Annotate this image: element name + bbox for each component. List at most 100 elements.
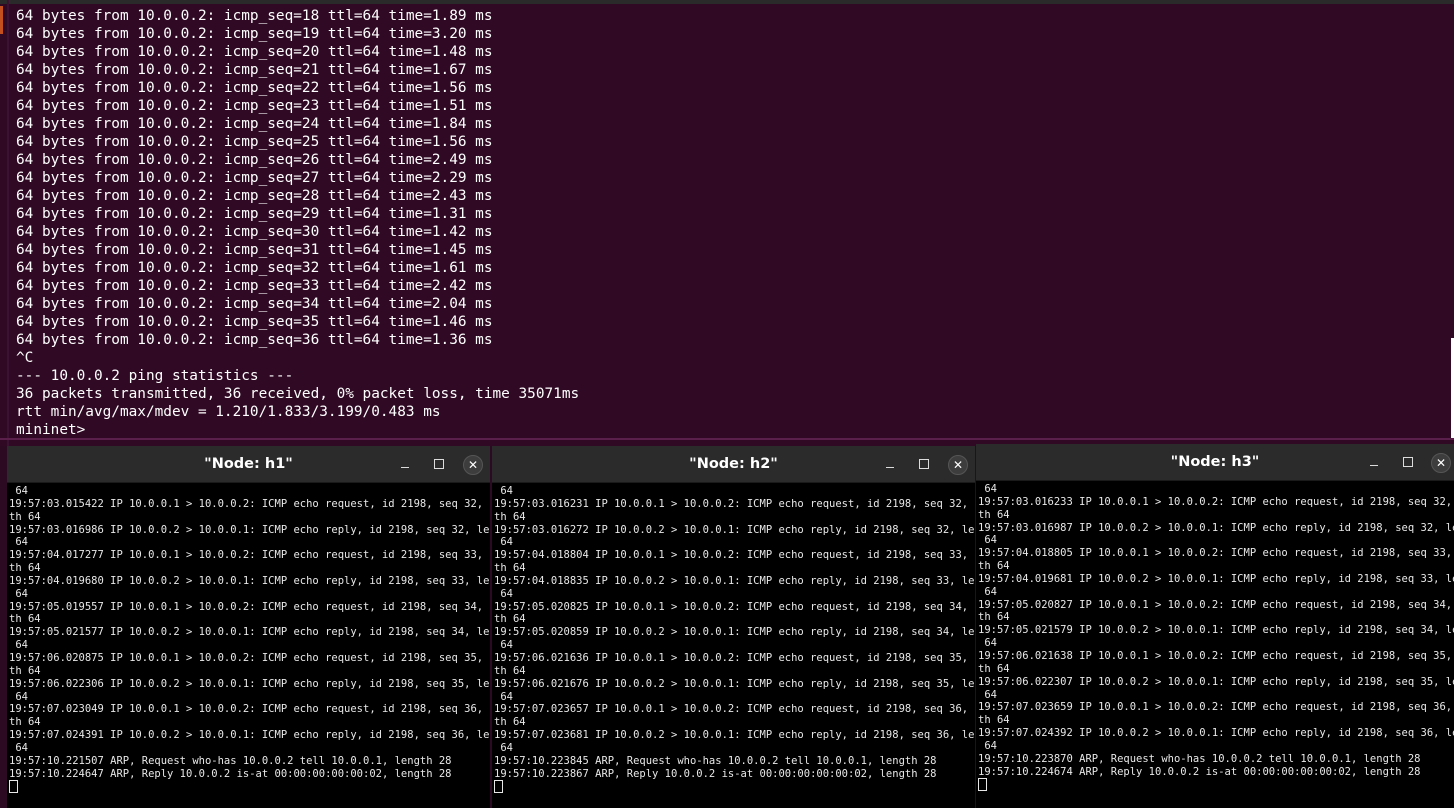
xterm-window-h2[interactable]: "Node: h2" ✕ 64 19:57:03.016231 IP 10.0.0… (492, 446, 975, 808)
terminal-top-edge (0, 0, 1454, 4)
tcpdump-line: 19:57:03.016231 IP 10.0.0.1 > 10.0.0.2: … (494, 497, 975, 510)
tcpdump-line: 19:57:05.021577 IP 10.0.0.2 > 10.0.0.1: … (9, 626, 490, 639)
tcpdump-line: th 64 (978, 508, 1010, 521)
tcpdump-line: 19:57:04.019680 IP 10.0.0.2 > 10.0.0.1: … (9, 574, 490, 587)
tcpdump-line: 19:57:05.021579 IP 10.0.0.2 > 10.0.0.1: … (978, 624, 1454, 637)
tcpdump-line: th 64 (494, 562, 526, 575)
tcpdump-line: 19:57:07.024391 IP 10.0.0.2 > 10.0.0.1: … (9, 729, 490, 742)
tcpdump-line: 19:57:10.223867 ARP, Reply 10.0.0.2 is-a… (494, 767, 937, 780)
terminal-line: 64 bytes from 10.0.0.2: icmp_seq=27 ttl=… (16, 170, 493, 186)
main-terminal[interactable]: 64 bytes from 10.0.0.2: icmp_seq=18 ttl=… (0, 0, 1454, 446)
window-titlebar[interactable]: "Node: h3" ✕ (976, 444, 1454, 481)
text-cursor (978, 778, 987, 792)
terminal-line: 64 bytes from 10.0.0.2: icmp_seq=21 ttl=… (16, 62, 493, 78)
xterm-window-h3[interactable]: "Node: h3" ✕ 64 19:57:03.016233 IP 10.0.0… (976, 444, 1454, 808)
maximize-icon[interactable] (434, 459, 444, 469)
tcpdump-line: 64 (978, 637, 997, 650)
maximize-icon[interactable] (1403, 457, 1413, 467)
close-icon[interactable]: ✕ (1431, 453, 1451, 473)
minimize-icon[interactable] (883, 457, 897, 471)
xterm-window-h1[interactable]: "Node: h1" ✕ 64 19:57:03.015422 IP 10.0.0… (7, 446, 490, 808)
window-title: "Node: h3" (1170, 454, 1260, 470)
tcpdump-line: th 64 (9, 613, 41, 626)
tcpdump-line: th 64 (494, 716, 526, 729)
tcpdump-line: 19:57:07.023657 IP 10.0.0.1 > 10.0.0.2: … (494, 703, 975, 716)
terminal-margin-line (7, 0, 9, 446)
terminal-line: 64 bytes from 10.0.0.2: icmp_seq=26 ttl=… (16, 152, 493, 168)
tcpdump-line: 19:57:06.022306 IP 10.0.0.2 > 10.0.0.1: … (9, 677, 490, 690)
tcpdump-line: 64 (494, 587, 513, 600)
tcpdump-line: 19:57:06.021676 IP 10.0.0.2 > 10.0.0.1: … (494, 677, 975, 690)
xterm-body[interactable]: 64 19:57:03.015422 IP 10.0.0.1 > 10.0.0.2… (7, 483, 490, 808)
terminal-line: 64 bytes from 10.0.0.2: icmp_seq=19 ttl=… (16, 26, 493, 42)
terminal-line: 64 bytes from 10.0.0.2: icmp_seq=28 ttl=… (16, 188, 493, 204)
terminal-line: 64 bytes from 10.0.0.2: icmp_seq=30 ttl=… (16, 224, 493, 240)
tcpdump-line: 64 (9, 741, 28, 754)
xterm-body[interactable]: 64 19:57:03.016231 IP 10.0.0.1 > 10.0.0.2… (492, 483, 975, 808)
text-cursor (494, 780, 503, 794)
terminal-output: 64 bytes from 10.0.0.2: icmp_seq=18 ttl=… (16, 7, 579, 439)
tcpdump-line: 64 (494, 690, 513, 703)
close-icon[interactable]: ✕ (463, 455, 483, 475)
xterm-body[interactable]: 64 19:57:03.016233 IP 10.0.0.1 > 10.0.0.2… (976, 481, 1454, 808)
tcpdump-line: 19:57:10.224674 ARP, Reply 10.0.0.2 is-a… (978, 765, 1421, 778)
terminal-line: --- 10.0.0.2 ping statistics --- (16, 368, 294, 384)
tcpdump-line: 19:57:03.016986 IP 10.0.0.2 > 10.0.0.1: … (9, 523, 490, 536)
tcpdump-line: th 64 (494, 613, 526, 626)
terminal-line: 64 bytes from 10.0.0.2: icmp_seq=24 ttl=… (16, 116, 493, 132)
terminal-line: 64 bytes from 10.0.0.2: icmp_seq=29 ttl=… (16, 206, 493, 222)
terminal-line: 64 bytes from 10.0.0.2: icmp_seq=32 ttl=… (16, 260, 493, 276)
scroll-marker (0, 6, 3, 34)
tcpdump-line: th 64 (9, 562, 41, 575)
tcpdump-line: 19:57:10.221507 ARP, Request who-has 10.… (9, 754, 452, 767)
tcpdump-line: 64 (494, 485, 513, 497)
terminal-line: 36 packets transmitted, 36 received, 0% … (16, 386, 580, 402)
tcpdump-line: 19:57:04.018835 IP 10.0.0.2 > 10.0.0.1: … (494, 574, 975, 587)
minimize-icon[interactable] (398, 457, 412, 471)
tcpdump-line: th 64 (494, 664, 526, 677)
cursor-line (494, 780, 975, 794)
terminal-line: 64 bytes from 10.0.0.2: icmp_seq=35 ttl=… (16, 314, 493, 330)
tcpdump-line: 19:57:05.020859 IP 10.0.0.2 > 10.0.0.1: … (494, 626, 975, 639)
tcpdump-line: 64 (978, 688, 997, 701)
close-icon[interactable]: ✕ (948, 455, 968, 475)
tcpdump-line: 64 (9, 639, 28, 652)
tcpdump-line: th 64 (9, 664, 41, 677)
tcpdump-line: th 64 (978, 611, 1010, 624)
cursor-line (9, 780, 490, 794)
tcpdump-line: 19:57:07.023681 IP 10.0.0.2 > 10.0.0.1: … (494, 729, 975, 742)
tcpdump-line: 19:57:03.016987 IP 10.0.0.2 > 10.0.0.1: … (978, 521, 1454, 534)
terminal-line: 64 bytes from 10.0.0.2: icmp_seq=18 ttl=… (16, 8, 493, 24)
tcpdump-line: th 64 (978, 662, 1010, 675)
terminal-line: 64 bytes from 10.0.0.2: icmp_seq=36 ttl=… (16, 332, 493, 348)
terminal-line: 64 bytes from 10.0.0.2: icmp_seq=23 ttl=… (16, 98, 493, 114)
tcpdump-line: 64 (494, 639, 513, 652)
tcpdump-line: th 64 (978, 560, 1010, 573)
tcpdump-line: 19:57:05.020825 IP 10.0.0.1 > 10.0.0.2: … (494, 600, 975, 613)
tcpdump-line: 19:57:03.016272 IP 10.0.0.2 > 10.0.0.1: … (494, 523, 975, 536)
tcpdump-line: 19:57:03.015422 IP 10.0.0.1 > 10.0.0.2: … (9, 497, 490, 510)
xterm-output: 64 19:57:03.015422 IP 10.0.0.1 > 10.0.0.2… (9, 485, 490, 794)
text-cursor (9, 780, 18, 794)
terminal-line: 64 bytes from 10.0.0.2: icmp_seq=25 ttl=… (16, 134, 493, 150)
terminal-line: mininet> (16, 422, 86, 438)
terminal-line: 64 bytes from 10.0.0.2: icmp_seq=31 ttl=… (16, 242, 493, 258)
cursor-line (978, 778, 1454, 792)
tcpdump-line: 64 (494, 741, 513, 754)
tcpdump-line: 19:57:10.224647 ARP, Reply 10.0.0.2 is-a… (9, 767, 452, 780)
window-titlebar[interactable]: "Node: h1" ✕ (7, 446, 490, 483)
tcpdump-line: 64 (978, 585, 997, 598)
terminal-line: 64 bytes from 10.0.0.2: icmp_seq=34 ttl=… (16, 296, 493, 312)
tcpdump-line: 19:57:06.022307 IP 10.0.0.2 > 10.0.0.1: … (978, 675, 1454, 688)
tcpdump-line: 19:57:06.021638 IP 10.0.0.1 > 10.0.0.2: … (978, 649, 1454, 662)
terminal-bottom-edge (0, 438, 1454, 440)
tcpdump-line: 19:57:10.223845 ARP, Request who-has 10.… (494, 754, 937, 767)
maximize-icon[interactable] (919, 459, 929, 469)
tcpdump-line: 19:57:10.223870 ARP, Request who-has 10.… (978, 752, 1421, 765)
minimize-icon[interactable] (1367, 455, 1381, 469)
tcpdump-line: th 64 (978, 714, 1010, 727)
tcpdump-line: th 64 (9, 510, 41, 523)
window-titlebar[interactable]: "Node: h2" ✕ (492, 446, 975, 483)
tcpdump-line: 19:57:03.016233 IP 10.0.0.1 > 10.0.0.2: … (978, 495, 1454, 508)
window-title: "Node: h1" (204, 456, 293, 472)
